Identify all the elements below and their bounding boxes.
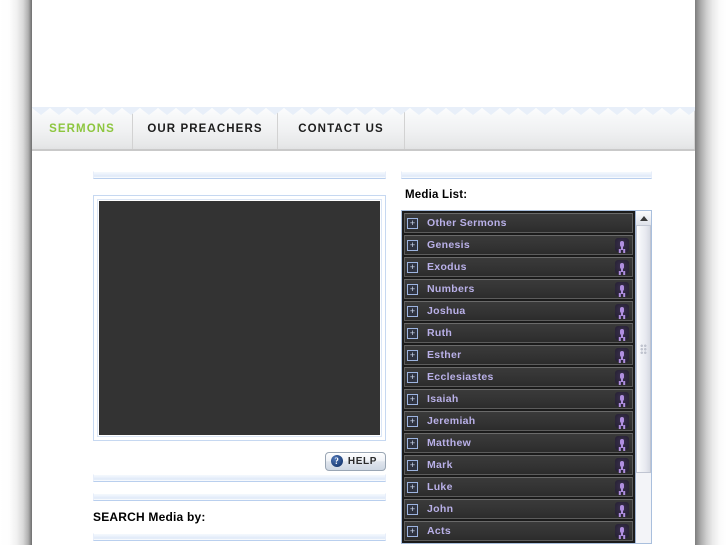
media-list-frame: + Other Sermons + Genesis + Exodus + Numbers + Jo… — [401, 210, 652, 544]
media-list-row[interactable]: + John — [404, 499, 633, 519]
media-list-row-label: John — [427, 503, 454, 515]
header-band — [32, 0, 695, 109]
media-player-screen[interactable] — [99, 201, 380, 435]
media-list-row-label: Other Sermons — [427, 217, 507, 229]
expand-plus-icon[interactable]: + — [407, 239, 418, 251]
expand-plus-icon[interactable]: + — [407, 349, 418, 361]
media-list-row-label: Isaiah — [427, 393, 459, 405]
media-list-row-label: Ecclesiastes — [427, 371, 494, 383]
media-list-row-label: Mark — [427, 459, 453, 471]
media-list-row[interactable]: + Esther — [404, 345, 633, 365]
nav-item-our-preachers[interactable]: OUR PREACHERS — [133, 109, 278, 149]
triangle-up-icon — [639, 215, 648, 221]
microphone-icon[interactable] — [615, 348, 629, 362]
media-list-heading: Media List: — [405, 189, 468, 201]
media-list-row[interactable]: + Other Sermons — [404, 213, 633, 233]
media-list-row-label: Matthew — [427, 437, 472, 449]
expand-plus-icon[interactable]: + — [407, 393, 418, 405]
microphone-icon[interactable] — [615, 524, 629, 538]
media-list-row[interactable]: + Exodus — [404, 257, 633, 277]
media-list-row-label: Jeremiah — [427, 415, 476, 427]
media-list-row-label: Ruth — [427, 327, 453, 339]
content-area: ? HELP SEARCH Media by: Speaker and/or K… — [32, 151, 695, 545]
nav-item-sermons[interactable]: SERMONS — [32, 109, 133, 149]
window-edge-right — [695, 0, 727, 545]
divider-below-player — [93, 474, 386, 482]
speaker-keyword-label: Speaker and/or Keyword: — [93, 541, 386, 545]
page-root: SERMONS OUR PREACHERS CONTACT US ? HELP — [0, 0, 727, 545]
grip-dots-icon — [640, 343, 647, 355]
expand-plus-icon[interactable]: + — [407, 503, 418, 515]
nav-item-label: CONTACT US — [298, 123, 384, 135]
media-list-scrollport: + Other Sermons + Genesis + Exodus + Numbers + Jo… — [402, 211, 635, 543]
expand-plus-icon[interactable]: + — [407, 415, 418, 427]
microphone-icon[interactable] — [615, 436, 629, 450]
media-player-inner-frame — [97, 199, 382, 437]
media-list-row[interactable]: + Matthew — [404, 433, 633, 453]
help-button-row: ? HELP — [93, 448, 386, 474]
expand-plus-icon[interactable]: + — [407, 481, 418, 493]
media-list-row[interactable]: + Joshua — [404, 301, 633, 321]
microphone-icon[interactable] — [615, 458, 629, 472]
divider-below-search-title — [93, 533, 386, 541]
expand-plus-icon[interactable]: + — [407, 261, 418, 273]
microphone-icon[interactable] — [615, 480, 629, 494]
scrollbar-thumb[interactable] — [636, 226, 651, 474]
main-navigation: SERMONS OUR PREACHERS CONTACT US — [32, 109, 695, 151]
microphone-icon[interactable] — [615, 260, 629, 274]
expand-plus-icon[interactable]: + — [407, 371, 418, 383]
nav-item-label: SERMONS — [49, 123, 115, 135]
divider-above-search — [93, 493, 386, 501]
media-list-scrollbar[interactable] — [635, 211, 651, 543]
nav-empty-space — [405, 109, 695, 149]
media-list-row-label: Acts — [427, 525, 451, 537]
media-list-row[interactable]: + Isaiah — [404, 389, 633, 409]
microphone-icon[interactable] — [615, 370, 629, 384]
divider-top-left — [93, 171, 386, 179]
media-list-row-label: Luke — [427, 481, 453, 493]
media-player-frame — [93, 195, 386, 441]
question-mark-icon: ? — [330, 455, 343, 467]
media-list-row[interactable]: + Ruth — [404, 323, 633, 343]
media-list-row[interactable]: + Ecclesiastes — [404, 367, 633, 387]
microphone-icon[interactable] — [615, 414, 629, 428]
expand-plus-icon[interactable]: + — [407, 217, 418, 229]
microphone-icon[interactable] — [615, 238, 629, 252]
media-list-row[interactable]: + Jeremiah — [404, 411, 633, 431]
media-list-row[interactable]: + Numbers — [404, 279, 633, 299]
microphone-icon[interactable] — [615, 392, 629, 406]
expand-plus-icon[interactable]: + — [407, 459, 418, 471]
expand-plus-icon[interactable]: + — [407, 525, 418, 537]
media-list-row[interactable]: + Mark — [404, 455, 633, 475]
media-list-row-label: Joshua — [427, 305, 466, 317]
window-edge-left — [0, 0, 32, 545]
divider-top-right — [401, 171, 652, 179]
media-list-row[interactable]: + Acts — [404, 521, 633, 541]
media-list-row-label: Numbers — [427, 283, 475, 295]
scrollbar-track[interactable] — [636, 226, 651, 543]
expand-plus-icon[interactable]: + — [407, 305, 418, 317]
expand-plus-icon[interactable]: + — [407, 437, 418, 449]
search-section-title: SEARCH Media by: — [93, 510, 206, 524]
microphone-icon[interactable] — [615, 502, 629, 516]
help-button-label: HELP — [347, 455, 377, 467]
media-list-row[interactable]: + Luke — [404, 477, 633, 497]
nav-item-label: OUR PREACHERS — [147, 123, 263, 135]
media-player-column: ? HELP SEARCH Media by: Speaker and/or K… — [93, 171, 386, 545]
scroll-up-button[interactable] — [636, 211, 651, 226]
media-list-row[interactable]: + Genesis — [404, 235, 633, 255]
media-list-row-label: Exodus — [427, 261, 467, 273]
expand-plus-icon[interactable]: + — [407, 283, 418, 295]
expand-plus-icon[interactable]: + — [407, 327, 418, 339]
media-list-row-label: Esther — [427, 349, 462, 361]
microphone-icon[interactable] — [615, 282, 629, 296]
media-list-column: Media List: + Other Sermons + Genesis + Exodu… — [401, 171, 652, 544]
nav-item-contact-us[interactable]: CONTACT US — [278, 109, 405, 149]
help-button[interactable]: ? HELP — [324, 451, 386, 471]
microphone-icon[interactable] — [615, 304, 629, 318]
media-list-row-label: Genesis — [427, 239, 470, 251]
microphone-icon[interactable] — [615, 326, 629, 340]
